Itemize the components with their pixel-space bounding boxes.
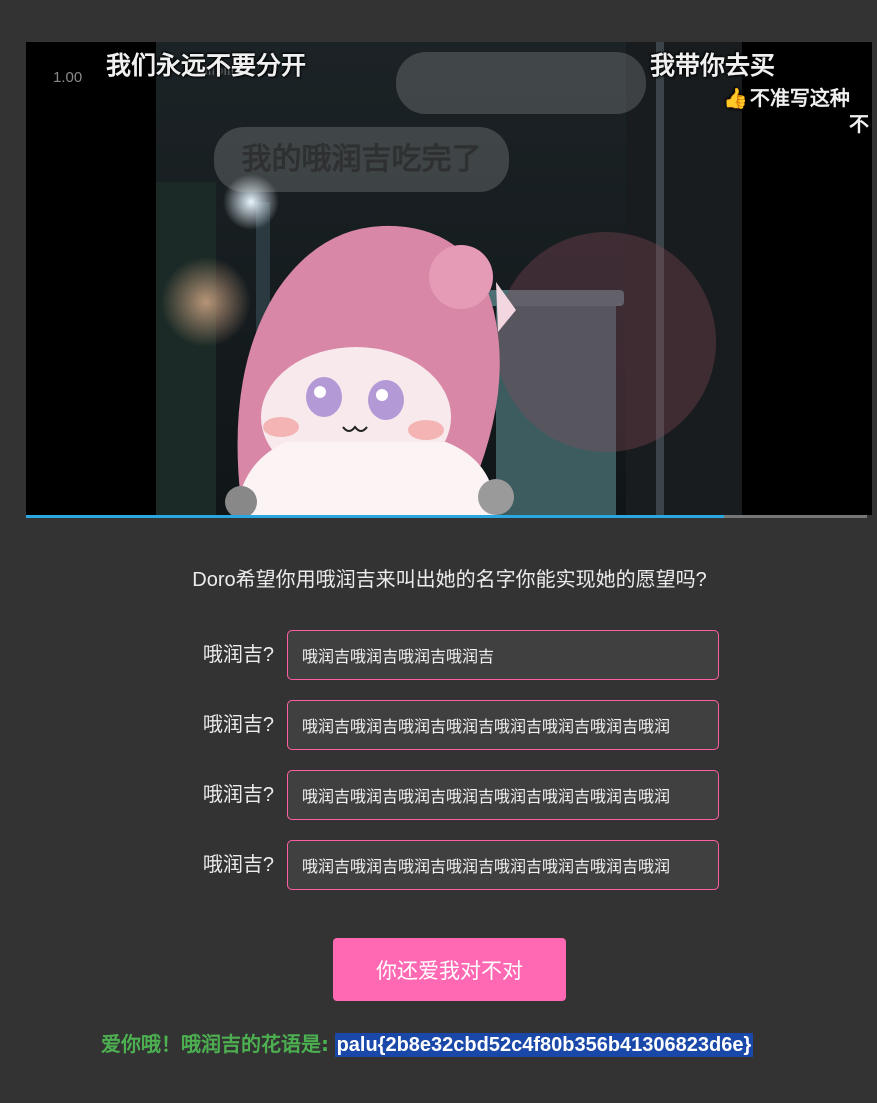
name-input-3[interactable] — [287, 770, 719, 820]
name-row-4: 哦润吉? — [0, 840, 877, 890]
name-input-1[interactable] — [287, 630, 719, 680]
name-input-2[interactable] — [287, 700, 719, 750]
video-progress-fill — [26, 515, 725, 518]
name-row-label: 哦润吉? — [202, 644, 274, 666]
chat-bubble-top — [396, 52, 646, 114]
name-row-1: 哦润吉? — [0, 630, 877, 680]
danmaku-comment-3-text: 不准写这种 — [749, 86, 850, 110]
thumbs-up-icon: 👍 — [723, 86, 748, 110]
danmaku-comment-1: 我们永远不要分开 — [106, 51, 307, 80]
name-row-label: 哦润吉? — [202, 854, 274, 876]
danmaku-comment-2: 我带你去买 — [650, 51, 776, 80]
name-input-4[interactable] — [287, 840, 719, 890]
name-row-label: 哦润吉? — [202, 714, 274, 736]
result-message: 爱你哦！哦润吉的花语是: palu{2b8e32cbd52c4f80b356b4… — [101, 1028, 754, 1057]
name-row-label: 哦润吉? — [202, 784, 274, 806]
danmaku-comment-4: 不 — [849, 112, 869, 136]
chat-bubble-message: 我的哦润吉吃完了 — [214, 127, 509, 192]
flag-text: palu{2b8e32cbd52c4f80b356b41306823d6e} — [334, 1033, 754, 1057]
submit-button[interactable]: 你还爱我对不对 — [333, 938, 566, 1001]
video-progress-bar[interactable] — [26, 515, 867, 518]
playback-speed[interactable]: 1.00 — [53, 69, 82, 86]
danmaku-comment-3: 👍 不准写这种 — [723, 82, 850, 111]
question-text: Doro希望你用哦润吉来叫出她的名字你能实现她的愿望吗? — [192, 569, 707, 591]
name-row-3: 哦润吉? — [0, 770, 877, 820]
video-player[interactable]: 1.00 bilibili 我的哦润吉吃完了 我们永远不要分开 我带你去买 👍 不… — [26, 42, 872, 515]
result-label: 爱你哦！哦润吉的花语是: — [101, 1032, 329, 1056]
page: 1.00 bilibili 我的哦润吉吃完了 我们永远不要分开 我带你去买 👍 不… — [0, 0, 877, 1103]
name-row-2: 哦润吉? — [0, 700, 877, 750]
